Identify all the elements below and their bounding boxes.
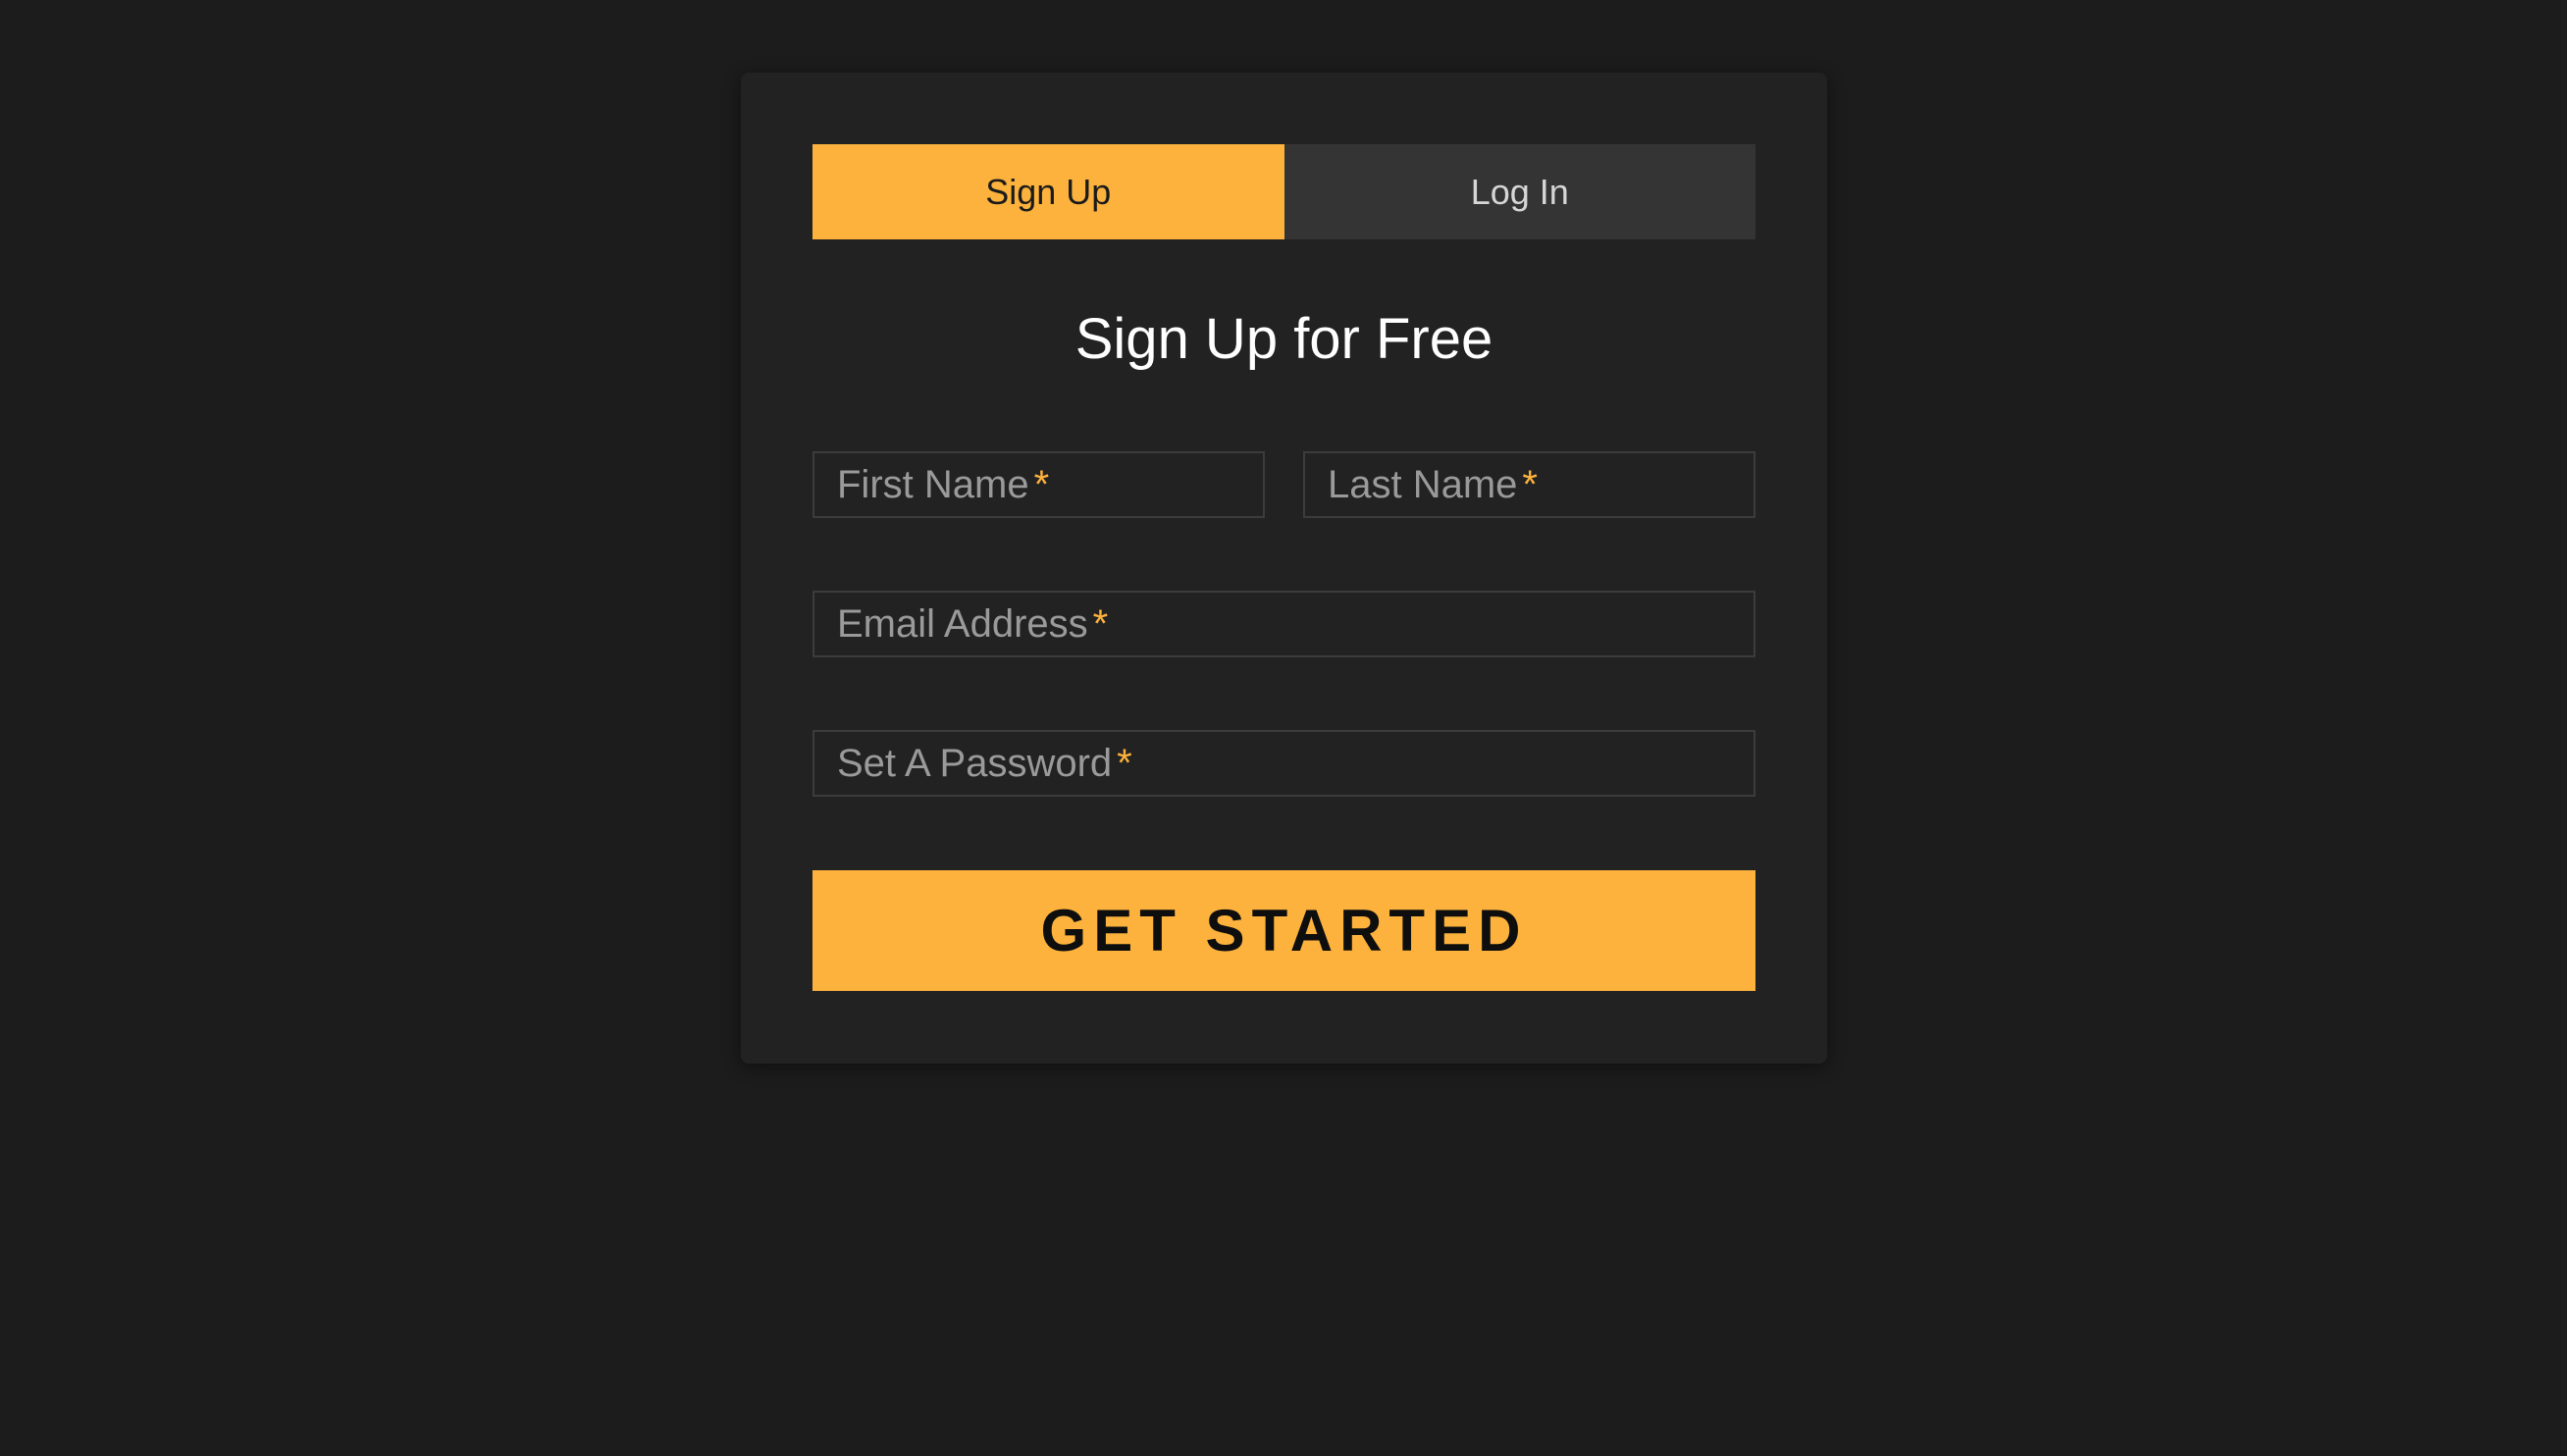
required-asterisk: * xyxy=(1033,462,1050,506)
signup-card: Sign Up Log In Sign Up for Free First Na… xyxy=(741,73,1827,1064)
password-field[interactable]: Set A Password * xyxy=(812,730,1755,797)
last-name-placeholder: Last Name xyxy=(1328,462,1518,506)
first-name-placeholder: First Name xyxy=(837,462,1029,506)
password-placeholder: Set A Password xyxy=(837,741,1113,785)
email-field[interactable]: Email Address * xyxy=(812,591,1755,657)
get-started-button[interactable]: GET STARTED xyxy=(812,870,1755,991)
auth-tabs: Sign Up Log In xyxy=(812,144,1755,239)
required-asterisk: * xyxy=(1522,462,1538,506)
tab-log-in[interactable]: Log In xyxy=(1284,144,1755,239)
email-placeholder: Email Address xyxy=(837,601,1088,646)
required-asterisk: * xyxy=(1117,741,1132,785)
last-name-field[interactable]: Last Name * xyxy=(1303,451,1755,518)
first-name-field[interactable]: First Name * xyxy=(812,451,1265,518)
required-asterisk: * xyxy=(1092,601,1109,646)
tab-sign-up[interactable]: Sign Up xyxy=(812,144,1284,239)
form-heading: Sign Up for Free xyxy=(1074,307,1493,371)
